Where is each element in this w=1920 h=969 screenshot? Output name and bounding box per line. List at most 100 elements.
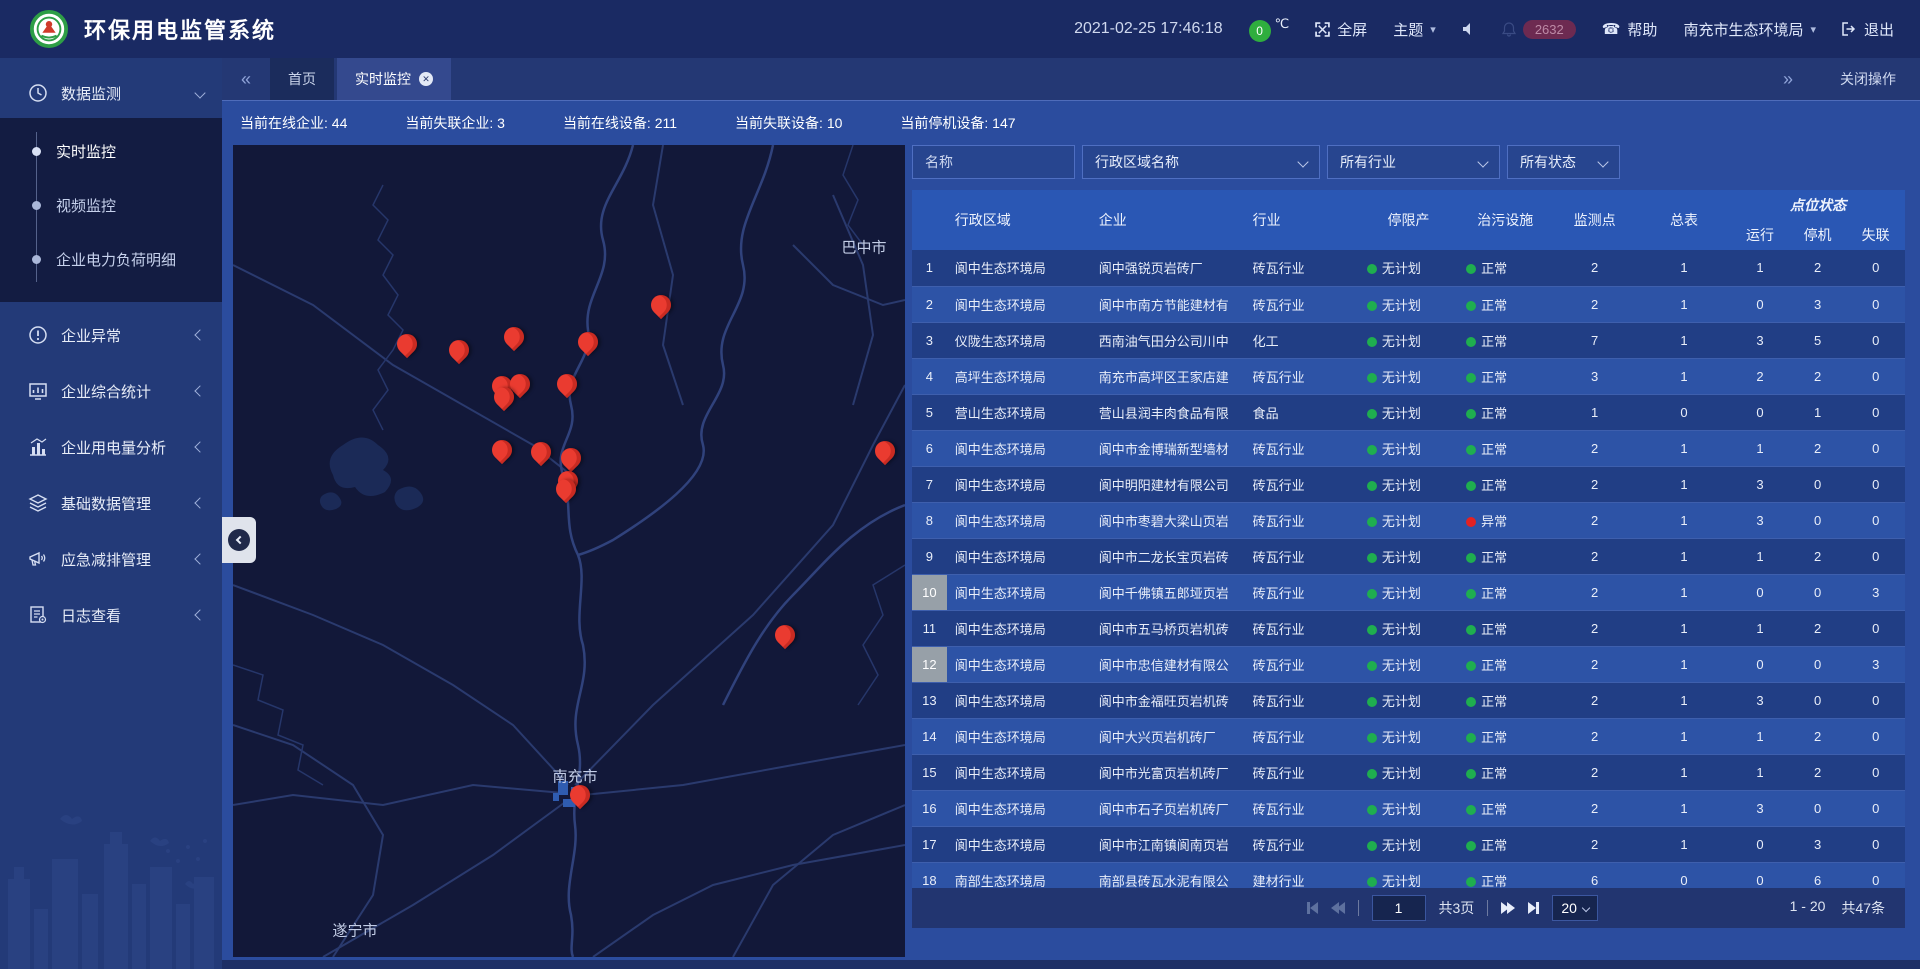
sidebar-item-realtime-monitor[interactable]: 实时监控: [0, 124, 222, 178]
cell-lost: 0: [1846, 826, 1905, 862]
table-row[interactable]: 6阆中生态环境局阆中市金博瑞新型墙材砖瓦行业无计划正常21120: [912, 430, 1905, 466]
map-pin[interactable]: [574, 328, 602, 356]
tabs-scroll-left-button[interactable]: «: [222, 58, 270, 100]
table-row[interactable]: 1阆中生态环境局阆中强锐页岩砖厂砖瓦行业无计划正常21120: [912, 250, 1905, 286]
alarm-indicator[interactable]: 2632: [1502, 20, 1576, 39]
last-page-button[interactable]: [1528, 902, 1539, 914]
table-row[interactable]: 4高坪生态环境局南充市高坪区王家店建砖瓦行业无计划正常31220: [912, 358, 1905, 394]
main-area: « 首页 实时监控 ✕ » 关闭操作 当前在线企业: 44当前失联企业: 3当前…: [222, 58, 1920, 969]
tab-home[interactable]: 首页: [270, 58, 334, 100]
pager-separator: [1358, 900, 1359, 916]
org-dropdown[interactable]: 南充市生态环境局 ▾: [1683, 19, 1816, 40]
sidebar-group-log-view[interactable]: 日志查看: [0, 592, 222, 638]
sidebar-item-video-monitor[interactable]: 视频监控: [0, 178, 222, 232]
industry-filter-select[interactable]: 所有行业: [1327, 145, 1500, 179]
cell-company: 阆中市忠信建材有限公: [1091, 646, 1245, 682]
cell-run: 0: [1731, 646, 1789, 682]
page-number-input[interactable]: 1: [1372, 895, 1426, 921]
table-row[interactable]: 2阆中生态环境局阆中市南方节能建材有砖瓦行业无计划正常21030: [912, 286, 1905, 322]
mute-button[interactable]: [1462, 22, 1476, 36]
next-page-button[interactable]: [1501, 902, 1515, 914]
help-button[interactable]: ☎ 帮助: [1602, 19, 1658, 40]
map-pin[interactable]: [445, 336, 473, 364]
status-dot: [1367, 517, 1377, 527]
table-row[interactable]: 16阆中生态环境局阆中市石子页岩机砖厂砖瓦行业无计划正常21300: [912, 790, 1905, 826]
map-pin[interactable]: [553, 370, 581, 398]
table-row[interactable]: 18南部生态环境局南部县砖瓦水泥有限公建材行业无计划正常60060: [912, 862, 1905, 888]
enterprise-table-panel: 行政区域名称 所有行业 所有状态: [912, 145, 1905, 928]
close-icon[interactable]: ✕: [419, 72, 433, 86]
fullscreen-button[interactable]: 全屏: [1315, 19, 1367, 40]
sidebar-group-enterprise-abnormal[interactable]: 企业异常: [0, 312, 222, 358]
sidebar-collapse-button[interactable]: [222, 517, 256, 563]
table-rows-viewport: 1阆中生态环境局阆中强锐页岩砖厂砖瓦行业无计划正常211202阆中生态环境局阆中…: [912, 250, 1905, 888]
table-row[interactable]: 11阆中生态环境局阆中市五马桥页岩机砖砖瓦行业无计划正常21120: [912, 610, 1905, 646]
cell-industry: 化工: [1245, 322, 1359, 358]
status-dot: [1466, 264, 1476, 274]
sidebar-group-emergency-reduction[interactable]: 应急减排管理: [0, 536, 222, 582]
close-operations-button[interactable]: 关闭操作: [1840, 69, 1896, 89]
cell-facility-status: 正常: [1458, 538, 1552, 574]
status-dot: [1466, 877, 1476, 887]
table-row[interactable]: 3仪陇生态环境局西南油气田分公司川中化工无计划正常71350: [912, 322, 1905, 358]
table-row[interactable]: 7阆中生态环境局阆中明阳建材有限公司砖瓦行业无计划正常21300: [912, 466, 1905, 502]
sidebar-group-label: 企业用电量分析: [61, 437, 196, 458]
map-pin[interactable]: [557, 444, 585, 472]
cell-company: 阆中明阳建材有限公司: [1091, 466, 1245, 502]
name-filter-input[interactable]: [925, 154, 1062, 170]
table-row[interactable]: 9阆中生态环境局阆中市二龙长宝页岩砖砖瓦行业无计划正常21120: [912, 538, 1905, 574]
col-point-status-group: 点位状态: [1731, 190, 1905, 220]
theme-dropdown[interactable]: 主题 ▾: [1393, 19, 1436, 40]
logout-label: 退出: [1864, 19, 1894, 40]
map-city-label: 南充市: [552, 766, 597, 787]
cell-stop-status: 无计划: [1359, 250, 1458, 286]
status-dot: [1466, 481, 1476, 491]
cell-run: 3: [1731, 790, 1789, 826]
table-row[interactable]: 12阆中生态环境局阆中市忠信建材有限公砖瓦行业无计划正常21003: [912, 646, 1905, 682]
region-filter-select[interactable]: 行政区域名称: [1082, 145, 1320, 179]
sidebar-group-enterprise-stats[interactable]: 企业综合统计: [0, 368, 222, 414]
map-pin[interactable]: [500, 323, 528, 351]
cell-lost: 0: [1846, 430, 1905, 466]
map-pin[interactable]: [871, 437, 899, 465]
logout-button[interactable]: 退出: [1842, 19, 1894, 40]
sidebar-group-power-analysis[interactable]: 企业用电量分析: [0, 424, 222, 470]
status-dot: [1367, 337, 1377, 347]
map-pin[interactable]: [647, 291, 675, 319]
cell-industry: 砖瓦行业: [1245, 754, 1359, 790]
sidebar-group-data-monitor[interactable]: 数据监测: [0, 70, 222, 116]
cell-facility-status: 正常: [1458, 718, 1552, 754]
tabs-scroll-right-button[interactable]: »: [1764, 69, 1812, 90]
cell-company: 营山县润丰肉食品有限: [1091, 394, 1245, 430]
page-size-select[interactable]: 20: [1552, 895, 1598, 921]
status-dot: [1367, 625, 1377, 635]
table-row[interactable]: 8阆中生态环境局阆中市枣碧大梁山页岩砖瓦行业无计划异常21300: [912, 502, 1905, 538]
sidebar-group-base-data[interactable]: 基础数据管理: [0, 480, 222, 526]
name-filter[interactable]: [912, 145, 1075, 179]
sidebar-item-power-load-detail[interactable]: 企业电力负荷明细: [0, 232, 222, 286]
map-city-label: 遂宁市: [332, 920, 377, 941]
table-row[interactable]: 17阆中生态环境局阆中市江南镇阆南页岩砖瓦行业无计划正常21030: [912, 826, 1905, 862]
map-pin[interactable]: [488, 436, 516, 464]
map-panel[interactable]: 巴中市南充市遂宁市: [233, 145, 905, 957]
status-filter-select[interactable]: 所有状态: [1507, 145, 1620, 179]
tab-realtime-monitor[interactable]: 实时监控 ✕: [337, 58, 451, 100]
first-page-button[interactable]: [1307, 902, 1318, 914]
map-pin[interactable]: [527, 438, 555, 466]
table-row[interactable]: 13阆中生态环境局阆中市金福旺页岩机砖砖瓦行业无计划正常21300: [912, 682, 1905, 718]
map-pin[interactable]: [771, 621, 799, 649]
table-row[interactable]: 5营山生态环境局营山县润丰肉食品有限食品无计划正常10010: [912, 394, 1905, 430]
table-row[interactable]: 14阆中生态环境局阆中大兴页岩机砖厂砖瓦行业无计划正常21120: [912, 718, 1905, 754]
cell-run: 3: [1731, 466, 1789, 502]
chevron-left-icon: [194, 441, 205, 452]
prev-page-button[interactable]: [1331, 902, 1345, 914]
table-row[interactable]: 15阆中生态环境局阆中市光富页岩机砖厂砖瓦行业无计划正常21120: [912, 754, 1905, 790]
table-row[interactable]: 10阆中生态环境局阆中千佛镇五郎垭页岩砖瓦行业无计划正常21003: [912, 574, 1905, 610]
cell-region: 阆中生态环境局: [947, 574, 1091, 610]
cell-industry: 砖瓦行业: [1245, 466, 1359, 502]
cell-stop-status: 无计划: [1359, 538, 1458, 574]
cell-halt: 3: [1789, 826, 1847, 862]
cell-company: 西南油气田分公司川中: [1091, 322, 1245, 358]
cell-company: 阆中市江南镇阆南页岩: [1091, 826, 1245, 862]
map-pin[interactable]: [393, 330, 421, 358]
